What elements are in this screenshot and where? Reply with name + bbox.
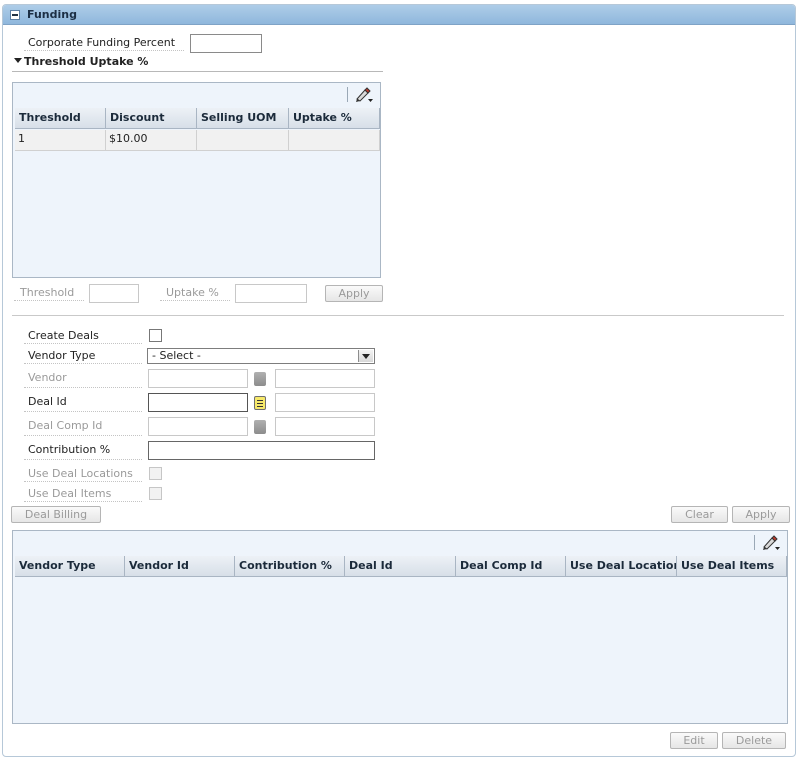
table-row-discount-cell[interactable]: $10.00	[106, 130, 197, 151]
uptake-column-header[interactable]: Uptake %	[289, 108, 380, 129]
use-deal-items-column-header[interactable]: Use Deal Items	[677, 556, 787, 577]
edit-button[interactable]: Edit	[670, 732, 718, 749]
delete-button[interactable]: Delete	[722, 732, 786, 749]
table-row-threshold-cell[interactable]: 1	[15, 130, 106, 151]
corporate-funding-input[interactable]	[190, 34, 262, 53]
vendor-type-label: Vendor Type	[28, 349, 96, 362]
use-deal-locations-label: Use Deal Locations	[28, 467, 133, 480]
toolbar-separator	[754, 535, 755, 550]
label-underline	[24, 481, 142, 482]
use-deal-locations-checkbox[interactable]	[149, 467, 162, 480]
vendor-type-column-header[interactable]: Vendor Type	[15, 556, 125, 577]
threshold-input[interactable]	[89, 284, 139, 303]
contribution-column-header[interactable]: Contribution %	[235, 556, 345, 577]
toolbar-separator	[347, 87, 348, 102]
label-underline	[24, 50, 184, 51]
vendor-id-column-header[interactable]: Vendor Id	[125, 556, 235, 577]
threshold-column-header[interactable]: Threshold	[15, 108, 106, 129]
threshold-section-title[interactable]: Threshold Uptake %	[24, 55, 148, 68]
deal-comp-lov-icon[interactable]	[254, 420, 266, 434]
label-underline	[160, 300, 230, 301]
contribution-label: Contribution %	[28, 443, 111, 456]
label-underline	[24, 501, 142, 502]
vendor-label: Vendor	[28, 371, 67, 384]
section-divider	[12, 71, 383, 72]
use-deal-locations-column-header[interactable]: Use Deal Locations	[566, 556, 677, 577]
deal-id-lov-icon[interactable]	[254, 396, 266, 410]
deal-description-field	[275, 393, 375, 412]
expand-triangle-icon[interactable]	[14, 58, 22, 63]
create-deals-label: Create Deals	[28, 329, 99, 342]
table-row-uptake-cell[interactable]	[289, 130, 380, 151]
vendor-type-selected-value: - Select -	[152, 349, 201, 362]
label-underline	[24, 459, 142, 460]
deal-id-column-header[interactable]: Deal Id	[345, 556, 456, 577]
use-deal-items-label: Use Deal Items	[28, 487, 112, 500]
label-underline	[24, 435, 142, 436]
deal-comp-id-label: Deal Comp Id	[28, 419, 103, 432]
selling-uom-column-header[interactable]: Selling UOM	[197, 108, 289, 129]
form-divider	[12, 315, 784, 316]
corporate-funding-label: Corporate Funding Percent	[28, 36, 176, 49]
vendor-description-field	[275, 369, 375, 388]
threshold-apply-button[interactable]: Apply	[325, 285, 383, 302]
uptake-label: Uptake %	[166, 286, 219, 299]
panel-title: Funding	[27, 8, 77, 21]
deal-comp-id-column-header[interactable]: Deal Comp Id	[456, 556, 566, 577]
contribution-input[interactable]	[148, 441, 375, 460]
form-apply-button[interactable]: Apply	[732, 506, 790, 523]
label-underline	[24, 387, 142, 388]
label-underline	[24, 411, 142, 412]
discount-column-header[interactable]: Discount	[106, 108, 197, 129]
collapse-icon[interactable]	[10, 10, 20, 20]
vendor-type-select[interactable]: - Select -	[147, 348, 375, 364]
pencil-icon[interactable]	[354, 86, 374, 104]
vendor-lov-icon[interactable]	[254, 372, 266, 386]
table-row-selling-uom-cell[interactable]	[197, 130, 289, 151]
uptake-input[interactable]	[235, 284, 307, 303]
label-underline	[14, 300, 84, 301]
label-underline	[24, 343, 142, 344]
label-underline	[24, 363, 142, 364]
deal-comp-description-field	[275, 417, 375, 436]
deal-comp-id-input[interactable]	[148, 417, 248, 436]
chevron-down-icon[interactable]	[358, 350, 373, 362]
pencil-icon[interactable]	[761, 534, 781, 552]
clear-button[interactable]: Clear	[671, 506, 728, 523]
use-deal-items-checkbox[interactable]	[149, 487, 162, 500]
deal-billing-button[interactable]: Deal Billing	[11, 506, 101, 523]
vendor-id-input[interactable]	[148, 369, 248, 388]
deal-id-label: Deal Id	[28, 395, 67, 408]
threshold-label: Threshold	[20, 286, 75, 299]
create-deals-checkbox[interactable]	[149, 329, 162, 342]
panel-header	[3, 5, 795, 25]
deal-id-input[interactable]	[148, 393, 248, 412]
